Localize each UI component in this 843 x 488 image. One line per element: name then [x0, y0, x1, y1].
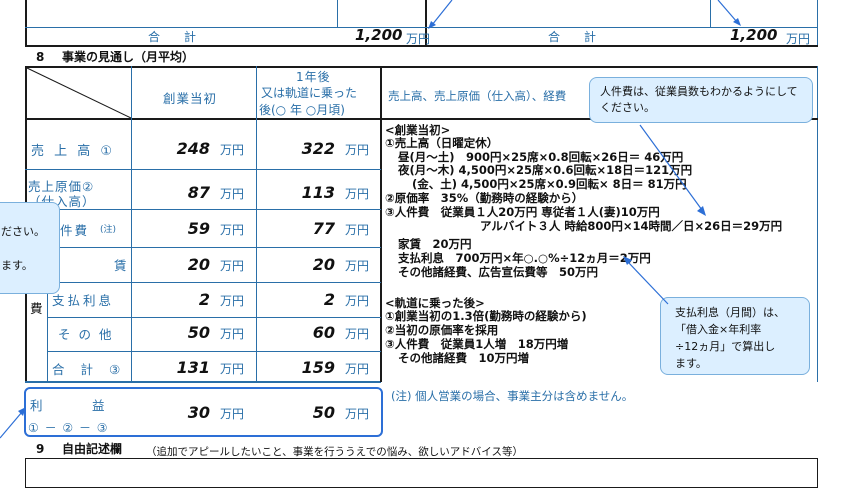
- section9-subtitle: （追加でアピールしたいこと、事業を行ううえでの悩み、欲しいアドバイス等）: [146, 446, 523, 458]
- callout-arrows: [0, 124, 706, 439]
- section9-number: 9: [36, 442, 45, 456]
- free-text-area[interactable]: [25, 458, 818, 488]
- section9-title: 自由記述欄: [62, 442, 123, 456]
